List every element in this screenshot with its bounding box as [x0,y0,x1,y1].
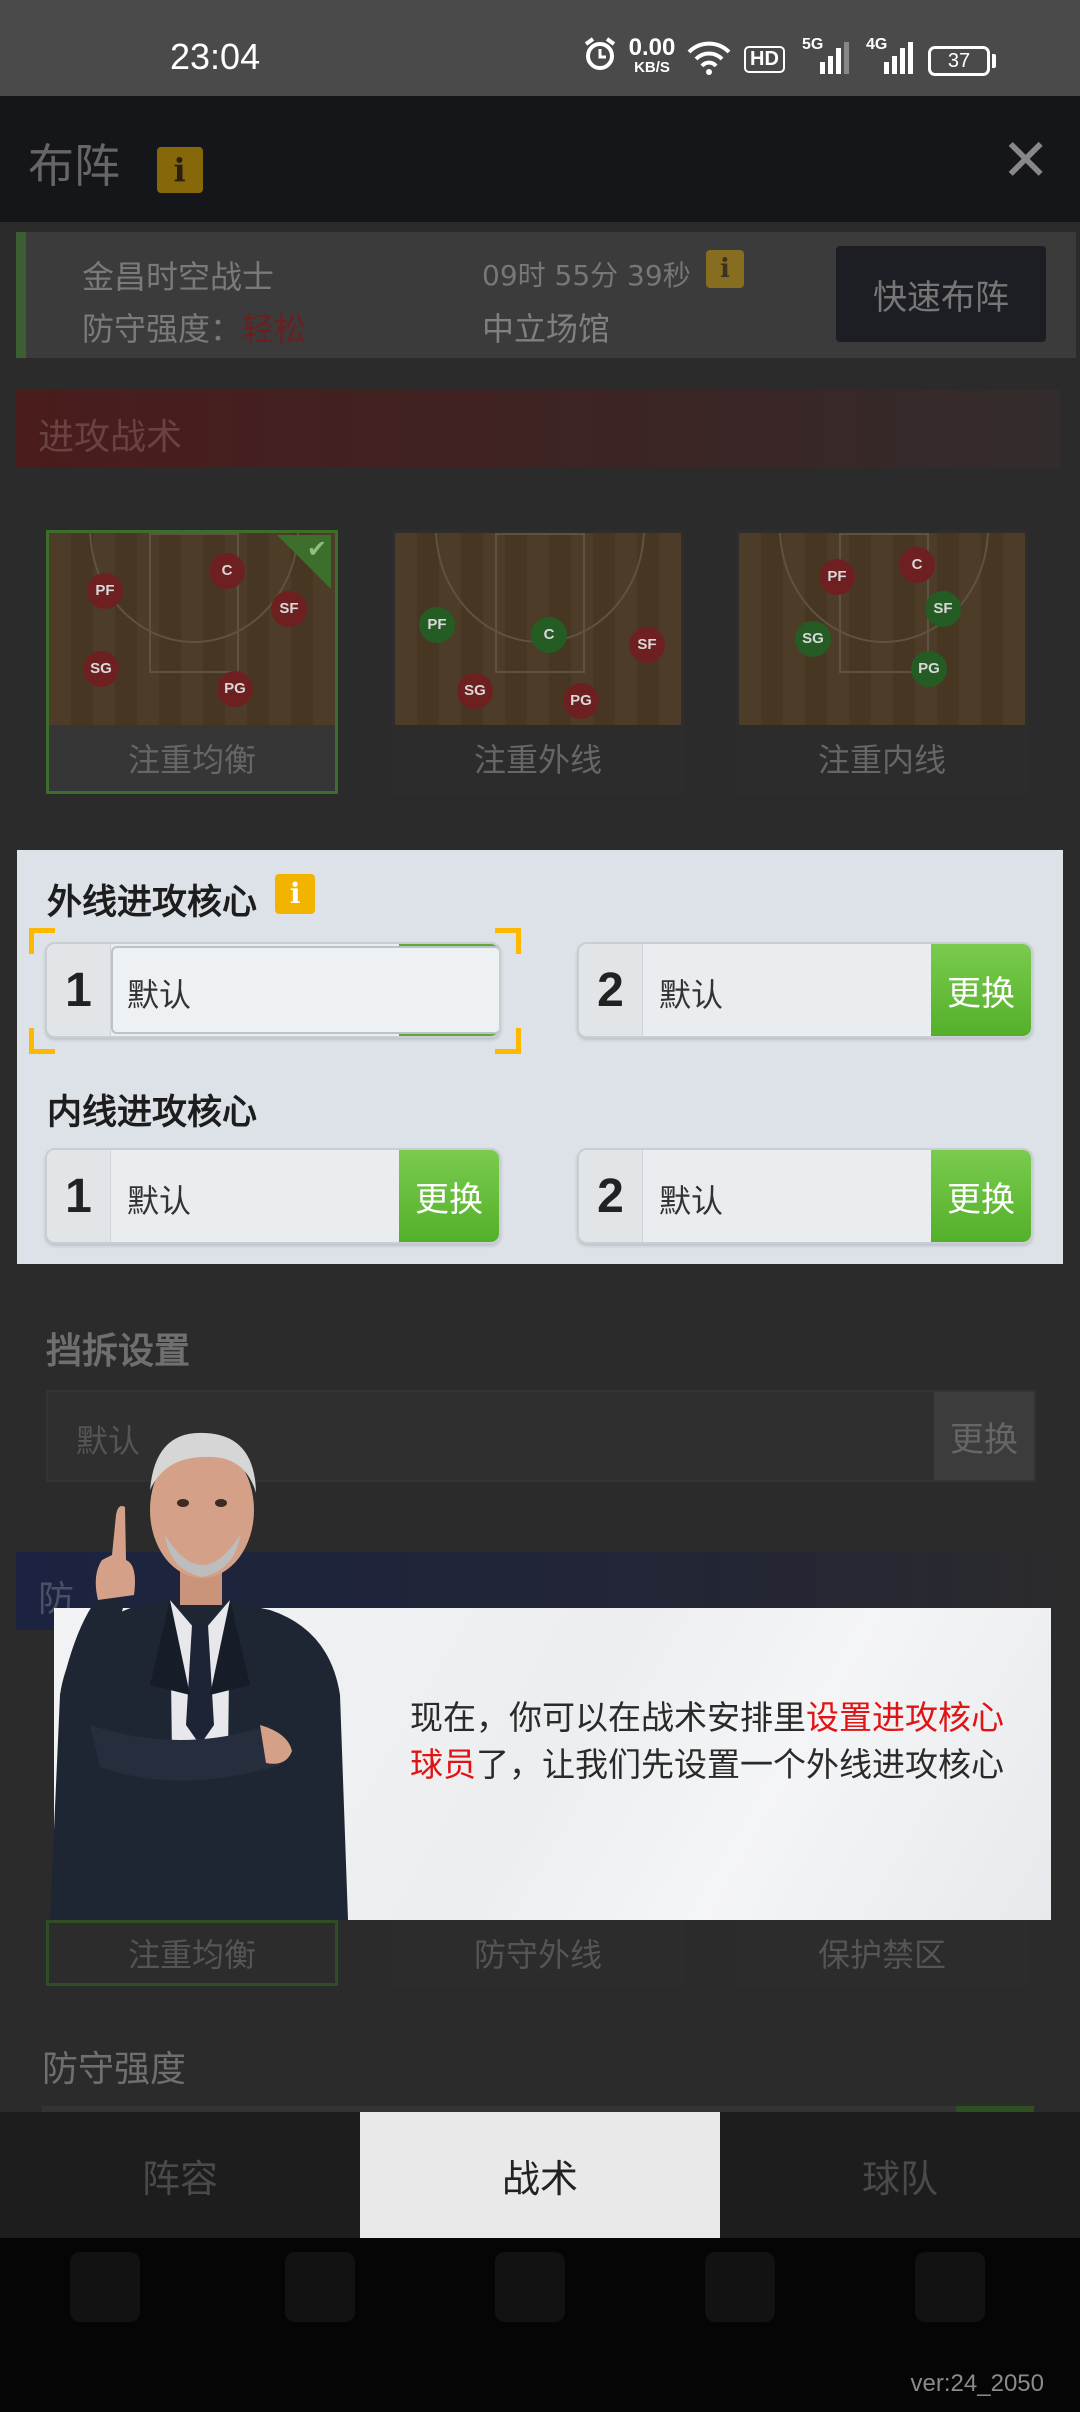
position-marker: SG [457,673,493,709]
opponent-name: 金昌时空战士 [82,258,275,296]
header: 布阵 i ✕ [0,96,1080,222]
slot-number: 1 [47,944,111,1036]
outer-core-title-text: 外线进攻核心 [47,883,258,923]
slot-player: 默认 [659,976,724,1014]
slot-number: 2 [579,944,643,1036]
position-marker: PG [563,683,599,719]
hd-icon: HD [744,46,785,73]
pick-roll-change-button[interactable]: 更换 [934,1392,1034,1480]
signal-5g-icon: 5G [802,36,850,76]
tab-lineup[interactable]: 阵容 [0,2112,360,2238]
inner-core-slot-1[interactable]: 1 默认 更换 [45,1148,501,1244]
position-marker: PG [911,651,947,687]
battery-icon: 37 [928,46,990,76]
bottom-tab-bar: 阵容 战术 球队 [0,2112,1080,2238]
change-button[interactable]: 更换 [931,1150,1031,1242]
inner-core-slot-2[interactable]: 2 默认 更换 [577,1148,1033,1244]
position-marker: SF [629,627,665,663]
tutorial-text: 现在，你可以在战术安排里设置进攻核心球员了，让我们先设置一个外线进攻核心 [410,1694,1020,1788]
defense-strength-title: 防守强度 [42,2049,187,2090]
court-diagram: PF C SF SG PG [395,533,681,729]
nav-icon[interactable] [70,2252,140,2322]
position-marker: PF [87,573,123,609]
pick-roll-title: 挡拆设置 [46,1331,191,1372]
quick-formation-button[interactable]: 快速布阵 [836,246,1046,342]
slot-player: 默认 [659,1182,724,1220]
signal-4g-icon: 4G [866,36,914,76]
defense-strength: 防守强度：轻松 [82,304,306,350]
nav-icon[interactable] [915,2252,985,2322]
tactic-card-label: 注重外线 [395,725,681,791]
net-speed: 0.00 KB/S [624,34,680,76]
info-icon[interactable]: i [156,146,203,193]
status-bar: 23:04 0.00 KB/S HD 5G 4G 37 [0,0,1080,96]
slot-number: 2 [579,1150,643,1242]
tactic-card-inside[interactable]: PF C SF SG PG 注重内线 [736,530,1028,794]
net-speed-value: 0.00 [628,34,676,61]
position-marker: PF [419,607,455,643]
page-title: 布阵 i [28,130,203,196]
position-marker: PF [819,559,855,595]
tutorial-text-part: 了，让我们先设置一个外线进攻核心 [476,1745,1004,1784]
coach-illustration [30,1395,360,1920]
checkmark-icon: ✔ [306,535,327,563]
position-marker: C [209,553,245,589]
status-time: 23:04 [170,36,261,77]
attack-core-panel: 外线进攻核心 i 1 默认 更换 默认 2 默认 更换 内线进攻核心 1 默认 … [17,850,1063,1264]
info-icon[interactable]: i [275,874,316,914]
court-diagram: PF C SF SG PG [739,533,1025,729]
net-speed-unit: KB/S [634,59,670,76]
game-nav-zone: ver:24_2050 [0,2238,1080,2412]
position-marker: C [899,547,935,583]
outer-core-slot-1[interactable]: 1 默认 更换 默认 [45,942,501,1038]
position-marker: SF [271,591,307,627]
nav-icon[interactable] [285,2252,355,2322]
attack-tactics-title: 进攻战术 [38,417,183,458]
alarm-icon [582,36,618,79]
version-label: ver:24_2050 [910,2370,1044,2397]
slot-player-overlay: 默认 [127,976,192,1014]
tactic-card-label: 注重内线 [739,725,1025,791]
position-marker: SG [83,651,119,687]
wifi-icon [686,40,732,80]
slot-dropdown-overlay: 默认 [111,946,499,1034]
defense-strength-value: 轻松 [242,310,307,348]
position-marker: C [531,617,567,653]
close-button[interactable]: ✕ [1001,126,1050,194]
countdown-timer: 09时 55分 39秒 [482,259,691,292]
slot-number: 1 [47,1150,111,1242]
position-marker: SG [795,621,831,657]
defense-card-perimeter[interactable]: 防守外线 [392,1920,684,1986]
page-title-text: 布阵 [28,139,120,193]
tactic-card-balanced[interactable]: PF C SF SG PG ✔ 注重均衡 [46,530,338,794]
match-info-bar: 金昌时空战士 防守强度：轻松 09时 55分 39秒 i 中立场馆 快速布阵 [16,232,1076,358]
outer-core-title: 外线进攻核心 i [47,874,316,925]
change-button[interactable]: 更换 [931,944,1031,1036]
nav-icon[interactable] [495,2252,565,2322]
tab-team[interactable]: 球队 [720,2112,1080,2238]
tactic-card-label: 注重均衡 [49,725,335,791]
timer-info-icon[interactable]: i [706,250,744,288]
battery-tip [992,54,996,68]
change-button[interactable]: 更换 [399,1150,499,1242]
venue-name: 中立场馆 [482,310,611,348]
defense-card-paint[interactable]: 保护禁区 [736,1920,1028,1986]
position-marker: SF [925,591,961,627]
outer-core-slot-2[interactable]: 2 默认 更换 [577,942,1033,1038]
nav-icon[interactable] [705,2252,775,2322]
defense-card-balanced[interactable]: 注重均衡 [46,1920,338,1986]
attack-tactics-banner: 进攻战术 [16,390,1060,468]
inner-core-title: 内线进攻核心 [47,1093,258,1133]
defense-strength-label: 防守强度： [82,310,243,348]
tutorial-text-part: 现在，你可以在战术安排里 [410,1698,806,1737]
position-marker: PG [217,671,253,707]
tactic-card-perimeter[interactable]: PF C SF SG PG 注重外线 [392,530,684,794]
slot-player: 默认 [127,1182,192,1220]
tab-tactics[interactable]: 战术 [360,2112,720,2238]
